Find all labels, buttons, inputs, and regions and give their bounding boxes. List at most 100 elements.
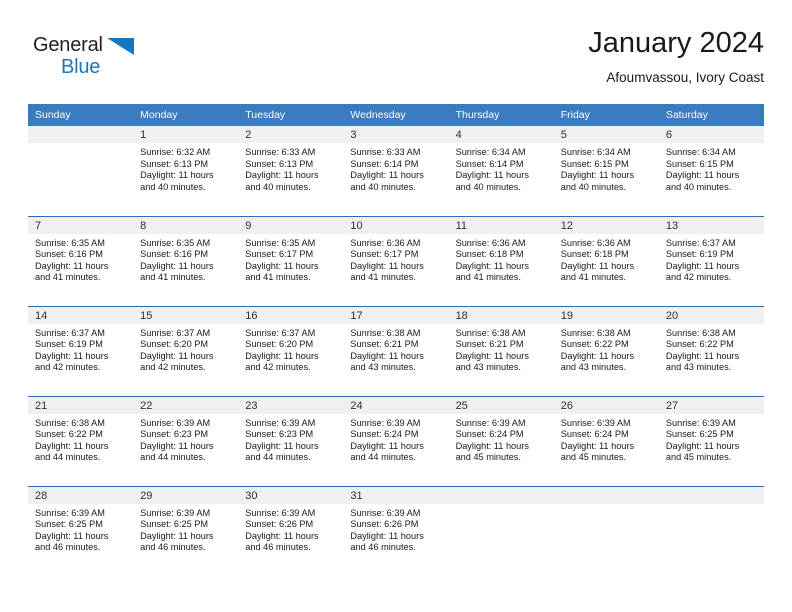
- calendar-day-cell[interactable]: 20 Sunrise: 6:38 AM Sunset: 6:22 PM Dayligh…: [658, 305, 764, 396]
- sunrise-time: Sunrise: 6:39 AM: [140, 417, 211, 428]
- day-number: 16: [238, 306, 344, 324]
- sunset-time: Sunset: 6:25 PM: [140, 519, 209, 530]
- sunrise-time: Sunrise: 6:33 AM: [350, 147, 421, 157]
- day-number: 30: [238, 486, 344, 504]
- calendar-day-cell[interactable]: 7 Sunrise: 6:35 AM Sunset: 6:16 PM Daylight…: [28, 215, 134, 306]
- sunset-time: Sunset: 6:26 PM: [350, 519, 419, 530]
- sunset-time: Sunset: 6:22 PM: [665, 339, 734, 350]
- general-blue-logo: General Blue: [33, 34, 163, 82]
- day-details: Sunrise: 6:38 AM Sunset: 6:22 PM Daylight:…: [554, 324, 659, 374]
- sunset-time: Sunset: 6:26 PM: [245, 519, 314, 530]
- daylight-duration-line2: and 45 minutes.: [665, 452, 732, 463]
- daylight-duration-line1: Daylight: 11 hours: [560, 350, 635, 361]
- daylight-duration-line1: Daylight: 11 hours: [455, 440, 529, 451]
- daylight-duration-line2: and 44 minutes.: [245, 452, 311, 463]
- sunrise-time: Sunrise: 6:37 AM: [665, 237, 736, 248]
- calendar-day-cell-empty: [658, 485, 764, 576]
- sunrise-time: Sunrise: 6:35 AM: [35, 237, 105, 248]
- calendar-day-cell[interactable]: 6 Sunrise: 6:34 AM Sunset: 6:15 PM Daylight…: [658, 126, 764, 216]
- calendar-day-cell[interactable]: 17 Sunrise: 6:38 AM Sunset: 6:21 PM Dayligh…: [343, 305, 449, 396]
- calendar-day-cell[interactable]: 16 Sunrise: 6:37 AM Sunset: 6:20 PM Dayligh…: [238, 305, 344, 396]
- daylight-duration-line1: Daylight: 11 hours: [245, 170, 319, 181]
- calendar-day-cell[interactable]: 2 Sunrise: 6:33 AM Sunset: 6:13 PM Daylight…: [238, 126, 344, 216]
- day-number: 13: [658, 216, 764, 234]
- day-details: Sunrise: 6:39 AM Sunset: 6:26 PM Daylight:…: [343, 504, 448, 554]
- daylight-duration-line1: Daylight: 11 hours: [350, 350, 424, 361]
- sunset-time: Sunset: 6:23 PM: [245, 429, 314, 440]
- daylight-duration-line2: and 42 minutes.: [140, 362, 206, 373]
- calendar-day-cell[interactable]: 1 Sunrise: 6:32 AM Sunset: 6:13 PM Daylight…: [133, 126, 239, 216]
- calendar-day-cell[interactable]: 21 Sunrise: 6:38 AM Sunset: 6:22 PM Dayligh…: [28, 395, 134, 486]
- calendar-day-cell[interactable]: 14 Sunrise: 6:37 AM Sunset: 6:19 PM Dayligh…: [28, 305, 134, 396]
- day-number: [658, 486, 764, 504]
- day-number: 20: [658, 306, 764, 324]
- daylight-duration-line2: and 41 minutes.: [455, 272, 521, 283]
- daylight-duration-line2: and 41 minutes.: [245, 272, 311, 283]
- calendar-week-row: 28 Sunrise: 6:39 AM Sunset: 6:25 PM Dayligh…: [28, 485, 764, 576]
- day-number: 25: [448, 396, 554, 414]
- day-details: Sunrise: 6:39 AM Sunset: 6:24 PM Daylight:…: [554, 414, 659, 464]
- sunrise-time: Sunrise: 6:37 AM: [35, 327, 105, 338]
- sunset-time: Sunset: 6:22 PM: [35, 429, 103, 440]
- day-number: 4: [448, 126, 554, 143]
- sunrise-time: Sunrise: 6:39 AM: [35, 507, 105, 518]
- sunrise-time: Sunrise: 6:32 AM: [140, 147, 211, 157]
- calendar-day-cell[interactable]: 27 Sunrise: 6:39 AM Sunset: 6:25 PM Dayligh…: [658, 395, 764, 486]
- day-details: Sunrise: 6:39 AM Sunset: 6:25 PM Daylight:…: [659, 414, 764, 464]
- day-number: 29: [133, 486, 239, 504]
- calendar-day-cell[interactable]: 19 Sunrise: 6:38 AM Sunset: 6:22 PM Dayligh…: [553, 305, 659, 396]
- day-number: 31: [343, 486, 449, 504]
- calendar-week-row: 1 Sunrise: 6:32 AM Sunset: 6:13 PM Daylight…: [28, 126, 764, 216]
- calendar-day-cell[interactable]: 13 Sunrise: 6:37 AM Sunset: 6:19 PM Dayligh…: [658, 215, 764, 306]
- calendar-day-cell[interactable]: 10 Sunrise: 6:36 AM Sunset: 6:17 PM Dayligh…: [343, 215, 449, 306]
- calendar-day-cell[interactable]: 30 Sunrise: 6:39 AM Sunset: 6:26 PM Dayligh…: [238, 485, 344, 576]
- daylight-duration-line1: Daylight: 11 hours: [455, 260, 529, 271]
- day-number: 8: [133, 216, 239, 234]
- day-details: Sunrise: 6:36 AM Sunset: 6:17 PM Daylight:…: [343, 234, 448, 284]
- sunrise-time: Sunrise: 6:33 AM: [245, 147, 316, 157]
- daylight-duration-line1: Daylight: 11 hours: [35, 350, 109, 361]
- calendar-day-cell[interactable]: 12 Sunrise: 6:36 AM Sunset: 6:18 PM Dayligh…: [553, 215, 659, 306]
- daylight-duration-line2: and 43 minutes.: [560, 362, 627, 373]
- daylight-duration-line2: and 42 minutes.: [35, 362, 101, 373]
- daylight-duration-line2: and 40 minutes.: [665, 181, 732, 192]
- calendar-day-cell[interactable]: 29 Sunrise: 6:39 AM Sunset: 6:25 PM Dayligh…: [133, 485, 239, 576]
- day-details: Sunrise: 6:38 AM Sunset: 6:22 PM Daylight:…: [659, 324, 764, 374]
- sunset-time: Sunset: 6:21 PM: [350, 339, 419, 350]
- daylight-duration-line2: and 45 minutes.: [455, 452, 521, 463]
- calendar-day-cell[interactable]: 26 Sunrise: 6:39 AM Sunset: 6:24 PM Dayligh…: [553, 395, 659, 486]
- daylight-duration-line2: and 43 minutes.: [455, 362, 521, 373]
- daylight-duration-line1: Daylight: 11 hours: [455, 170, 529, 181]
- calendar-day-cell[interactable]: 23 Sunrise: 6:39 AM Sunset: 6:23 PM Dayligh…: [238, 395, 344, 486]
- calendar-day-cell[interactable]: 4 Sunrise: 6:34 AM Sunset: 6:14 PM Daylight…: [448, 126, 554, 216]
- calendar-day-cell[interactable]: 24 Sunrise: 6:39 AM Sunset: 6:24 PM Dayligh…: [343, 395, 449, 486]
- calendar-day-cell[interactable]: 8 Sunrise: 6:35 AM Sunset: 6:16 PM Daylight…: [133, 215, 239, 306]
- calendar-day-cell[interactable]: 11 Sunrise: 6:36 AM Sunset: 6:18 PM Dayligh…: [448, 215, 554, 306]
- calendar-day-cell[interactable]: 28 Sunrise: 6:39 AM Sunset: 6:25 PM Dayligh…: [28, 485, 134, 576]
- calendar-day-cell[interactable]: 9 Sunrise: 6:35 AM Sunset: 6:17 PM Daylight…: [238, 215, 344, 306]
- sunset-time: Sunset: 6:19 PM: [35, 339, 103, 350]
- weekday-header-tuesday: Tuesday: [238, 104, 344, 126]
- calendar-day-cell[interactable]: 25 Sunrise: 6:39 AM Sunset: 6:24 PM Dayligh…: [448, 395, 554, 486]
- calendar-day-cell[interactable]: 31 Sunrise: 6:39 AM Sunset: 6:26 PM Dayligh…: [343, 485, 449, 576]
- sunset-time: Sunset: 6:17 PM: [245, 249, 314, 260]
- sunrise-time: Sunrise: 6:39 AM: [350, 507, 421, 518]
- calendar-day-cell[interactable]: 3 Sunrise: 6:33 AM Sunset: 6:14 PM Daylight…: [343, 126, 449, 216]
- calendar-day-cell[interactable]: 15 Sunrise: 6:37 AM Sunset: 6:20 PM Dayligh…: [133, 305, 239, 396]
- daylight-duration-line2: and 46 minutes.: [35, 542, 101, 553]
- sunset-time: Sunset: 6:16 PM: [35, 249, 103, 260]
- calendar-day-cell[interactable]: 18 Sunrise: 6:38 AM Sunset: 6:21 PM Dayligh…: [448, 305, 554, 396]
- calendar-day-cell[interactable]: 5 Sunrise: 6:34 AM Sunset: 6:15 PM Daylight…: [553, 126, 659, 216]
- calendar-day-cell[interactable]: 22 Sunrise: 6:39 AM Sunset: 6:23 PM Dayligh…: [133, 395, 239, 486]
- daylight-duration-line1: Daylight: 11 hours: [245, 530, 319, 541]
- logo-text-general: General: [33, 34, 103, 56]
- sunset-time: Sunset: 6:13 PM: [140, 158, 209, 169]
- weekday-header-sunday: Sunday: [28, 104, 134, 126]
- daylight-duration-line1: Daylight: 11 hours: [140, 260, 214, 271]
- sunrise-sunset-calendar: Sunday Monday Tuesday Wednesday Thursday Frid…: [28, 104, 764, 576]
- daylight-duration-line2: and 40 minutes.: [140, 181, 206, 192]
- day-number: 17: [343, 306, 449, 324]
- daylight-duration-line1: Daylight: 11 hours: [350, 440, 424, 451]
- calendar-week-row: 21 Sunrise: 6:38 AM Sunset: 6:22 PM Dayligh…: [28, 395, 764, 486]
- logo-text-blue: Blue: [61, 56, 101, 78]
